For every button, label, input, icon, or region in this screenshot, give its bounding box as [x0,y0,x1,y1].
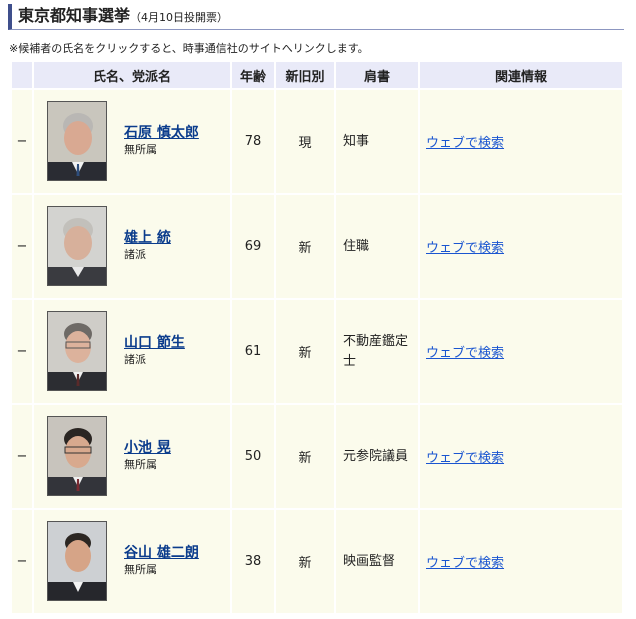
row-mark: − [12,195,32,298]
page-title: 東京都知事選挙 [18,6,131,25]
web-search-link[interactable]: ウェブで検索 [426,136,504,151]
candidate-status: 新 [276,510,334,613]
candidate-title: 元参院議員 [336,405,418,508]
candidate-party: 無所属 [124,563,157,576]
candidate-photo [47,101,107,181]
row-mark: − [12,90,32,193]
web-search-link[interactable]: ウェブで検索 [426,346,504,361]
col-header-info: 関連情報 [420,62,622,88]
candidate-name-link[interactable]: 小池 晃 [124,439,171,457]
info-cell: ウェブで検索 [420,90,622,193]
page: 東京都知事選挙（4月10日投開票） ※候補者の氏名をクリックすると、時事通信社の… [0,0,636,619]
section-title-bar: 東京都知事選挙（4月10日投開票） [8,4,624,30]
candidate-status: 新 [276,405,334,508]
candidate-party: 無所属 [124,458,157,471]
row-mark: − [12,405,32,508]
candidate-photo [47,311,107,391]
web-search-link[interactable]: ウェブで検索 [426,241,504,256]
candidate-cell: 小池 晃 無所属 [34,405,230,508]
candidate-cell: 谷山 雄二朗 無所属 [34,510,230,613]
candidate-party: 無所属 [124,143,157,156]
col-header-title: 肩書 [336,62,418,88]
candidate-age: 50 [232,405,274,508]
candidate-photo [47,521,107,601]
candidate-title: 知事 [336,90,418,193]
candidate-title: 不動産鑑定士 [336,300,418,403]
table-header-row: 氏名、党派名 年齢 新旧別 肩書 関連情報 [12,62,622,88]
info-cell: ウェブで検索 [420,405,622,508]
candidate-name-link[interactable]: 雄上 統 [124,229,171,247]
table-row: − 石原 慎太郎 無所属 78 現 知事 ウェブで検索 [12,90,622,193]
web-search-link[interactable]: ウェブで検索 [426,451,504,466]
col-header-blank [12,62,32,88]
candidate-cell: 雄上 統 諸派 [34,195,230,298]
candidate-title: 住職 [336,195,418,298]
candidate-status: 現 [276,90,334,193]
web-search-link[interactable]: ウェブで検索 [426,556,504,571]
info-cell: ウェブで検索 [420,195,622,298]
candidates-table: 氏名、党派名 年齢 新旧別 肩書 関連情報 − 石原 慎太郎 無所属 78 現 … [10,60,624,615]
page-subtitle: （4月10日投開票） [130,11,229,24]
candidate-age: 78 [232,90,274,193]
table-row: − 雄上 統 諸派 69 新 住職 ウェブで検索 [12,195,622,298]
candidate-cell: 山口 節生 諸派 [34,300,230,403]
col-header-status: 新旧別 [276,62,334,88]
table-row: − 谷山 雄二朗 無所属 38 新 映画監督 ウェブで検索 [12,510,622,613]
candidate-photo [47,416,107,496]
col-header-age: 年齢 [232,62,274,88]
candidate-title: 映画監督 [336,510,418,613]
candidate-name-link[interactable]: 石原 慎太郎 [124,124,199,142]
candidate-age: 38 [232,510,274,613]
candidate-name-link[interactable]: 谷山 雄二朗 [124,544,199,562]
row-mark: − [12,300,32,403]
info-cell: ウェブで検索 [420,510,622,613]
candidate-status: 新 [276,300,334,403]
candidate-name-link[interactable]: 山口 節生 [124,334,185,352]
candidate-cell: 石原 慎太郎 無所属 [34,90,230,193]
table-row: − 山口 節生 諸派 61 新 不動産鑑定士 ウェブで検索 [12,300,622,403]
row-mark: − [12,510,32,613]
col-header-name: 氏名、党派名 [34,62,230,88]
candidate-status: 新 [276,195,334,298]
candidate-age: 61 [232,300,274,403]
candidate-party: 諸派 [124,248,146,261]
instruction-note: ※候補者の氏名をクリックすると、時事通信社のサイトへリンクします。 [9,42,369,55]
info-cell: ウェブで検索 [420,300,622,403]
candidate-age: 69 [232,195,274,298]
table-row: − 小池 晃 無所属 50 新 元参院議員 ウェブで検索 [12,405,622,508]
candidate-party: 諸派 [124,353,146,366]
candidate-photo [47,206,107,286]
